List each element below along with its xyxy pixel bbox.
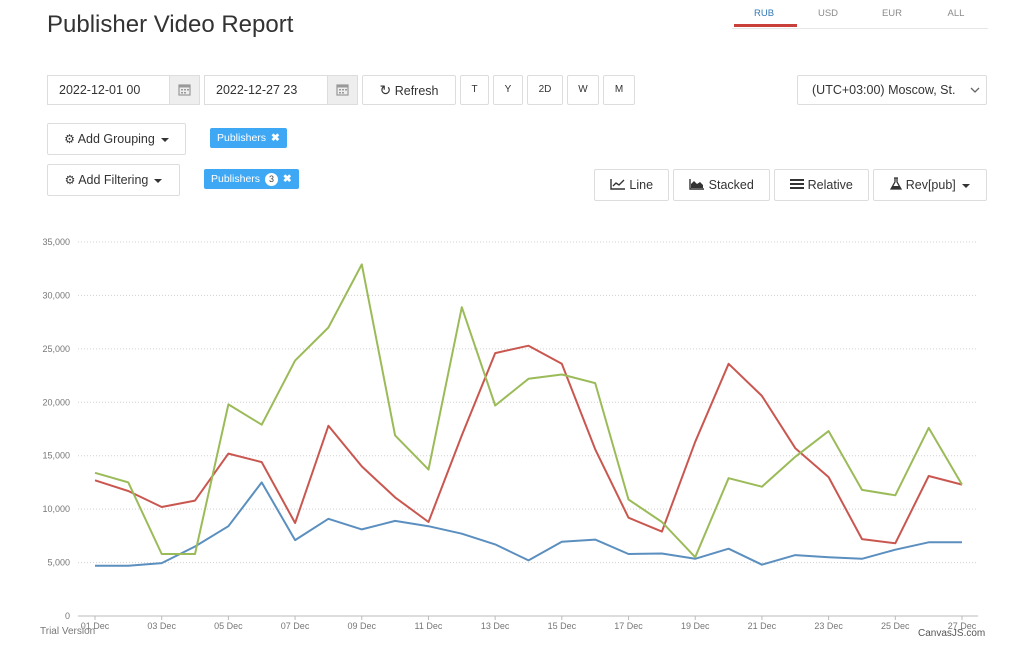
tab-all[interactable]: ALL (924, 8, 988, 19)
relative-view-button[interactable]: Relative (774, 169, 869, 201)
x-tick-label: 15 Dec (548, 621, 577, 631)
series-line (95, 481, 962, 567)
metric-select-button[interactable]: Rev[pub] (873, 169, 987, 201)
y-tick-label: 30,000 (42, 290, 70, 300)
x-tick-label: 25 Dec (881, 621, 910, 631)
date-from-value: 2022-12-01 00 (59, 83, 141, 97)
period-button-2d[interactable]: 2D (527, 75, 563, 105)
grouping-tag-publishers[interactable]: Publishers ✖ (210, 128, 287, 148)
currency-tabs: RUB USD EUR ALL (732, 0, 988, 29)
revenue-line-chart: 0 5,000 10,000 15,000 20,000 25,000 30,000 35,0… (42, 237, 978, 631)
canvasjs-credit-link[interactable]: CanvasJS.com (918, 628, 985, 639)
x-tick-label: 09 Dec (348, 621, 377, 631)
caret-down-icon (154, 178, 163, 183)
filter-count-badge: 3 (264, 173, 278, 186)
y-tick-label: 5,000 (47, 558, 70, 568)
x-tick-label: 21 Dec (748, 621, 777, 631)
x-tick-label: 05 Dec (214, 621, 243, 631)
caret-down-icon (961, 183, 970, 188)
tab-rub[interactable]: RUB (732, 8, 796, 19)
trial-version-label: Trial Version (40, 626, 96, 637)
date-to-value: 2022-12-27 23 (216, 83, 298, 97)
calendar-icon[interactable] (169, 76, 199, 104)
tab-eur[interactable]: EUR (860, 8, 924, 19)
period-button-today[interactable]: T (460, 75, 489, 105)
add-grouping-button[interactable]: ⚙ Add Grouping (47, 123, 186, 155)
series-line (94, 263, 963, 559)
gear-icon: ⚙ (64, 132, 75, 146)
active-tab-indicator (734, 24, 797, 27)
x-tick-label: 03 Dec (147, 621, 176, 631)
date-from-field[interactable]: 2022-12-01 00 (47, 75, 200, 105)
add-filtering-button[interactable]: ⚙ Add Filtering (47, 164, 180, 196)
remove-icon[interactable]: ✖ (271, 132, 280, 144)
date-to-field[interactable]: 2022-12-27 23 (204, 75, 358, 105)
tab-usd[interactable]: USD (796, 8, 860, 19)
x-tick-label: 13 Dec (481, 621, 510, 631)
y-tick-label: 0 (65, 611, 70, 621)
period-button-yesterday[interactable]: Y (493, 75, 523, 105)
stacked-view-button[interactable]: Stacked (673, 169, 770, 201)
area-chart-icon (689, 178, 705, 192)
x-tick-label: 23 Dec (814, 621, 843, 631)
y-tick-label: 15,000 (42, 451, 70, 461)
period-button-month[interactable]: M (603, 75, 635, 105)
remove-icon[interactable]: ✖ (283, 173, 292, 185)
y-tick-label: 10,000 (42, 504, 70, 514)
refresh-button[interactable]: ↻ Refresh (362, 75, 456, 105)
x-tick-label: 07 Dec (281, 621, 310, 631)
refresh-icon: ↻ (379, 82, 392, 98)
line-view-button[interactable]: Line (594, 169, 669, 201)
timezone-select[interactable]: (UTC+03:00) Moscow, St. (797, 75, 987, 105)
line-chart-icon (610, 178, 626, 192)
y-tick-label: 35,000 (42, 237, 70, 247)
x-tick-label: 11 Dec (415, 621, 443, 631)
bars-icon (790, 178, 805, 192)
chevron-down-icon (970, 76, 980, 114)
period-button-week[interactable]: W (567, 75, 599, 105)
calendar-icon[interactable] (327, 76, 357, 104)
series-line (94, 344, 963, 545)
x-tick-label: 17 Dec (614, 621, 643, 631)
x-tick-label: 19 Dec (681, 621, 710, 631)
page-title: Publisher Video Report (47, 11, 294, 38)
caret-down-icon (160, 137, 169, 142)
filter-tag-publishers[interactable]: Publishers 3 ✖ (204, 169, 299, 189)
y-tick-label: 20,000 (42, 397, 70, 407)
gear-icon: ⚙ (64, 173, 76, 187)
flask-icon (890, 177, 903, 192)
y-tick-label: 25,000 (42, 344, 70, 354)
